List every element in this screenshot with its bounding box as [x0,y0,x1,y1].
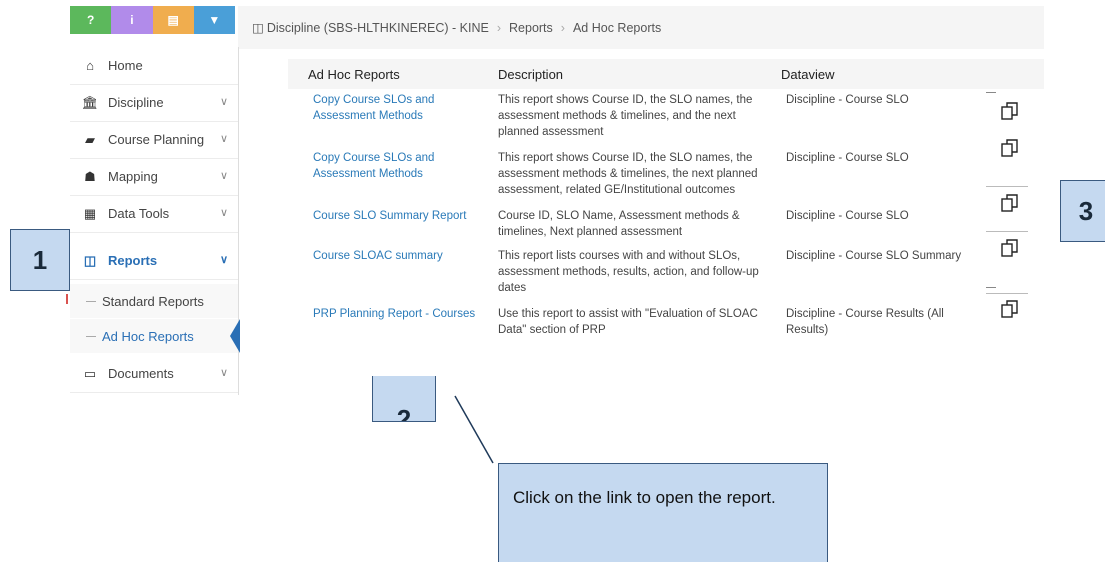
home-icon: ⌂ [86,58,94,73]
tree-dash [86,300,96,302]
report-dataview: Discipline - Course SLO Summary [786,250,962,262]
copy-icon[interactable] [1000,193,1020,213]
sidebar-item-documents[interactable]: ▭ Documents ∨ [70,355,238,393]
breadcrumb-separator: › [496,20,502,35]
info-icon: i [130,13,134,27]
sidebar-item-reports[interactable]: ◫ Reports ∨ [70,242,238,280]
divider-line [986,231,1028,232]
copy-icon[interactable] [1000,138,1020,158]
active-indicator [230,319,240,353]
sidebar-subitem-ad-hoc-reports[interactable]: Ad Hoc Reports [70,319,240,353]
callout-3: 3 [1060,180,1105,242]
report-description: This report shows Course ID, the SLO nam… [498,94,753,138]
sidebar-subitem-label: Ad Hoc Reports [102,328,194,344]
divider-line [986,293,1028,294]
sitemap-icon: ☗ [84,168,96,184]
filter-button[interactable]: ▼ [193,6,235,34]
report-icon: ◫ [83,252,97,268]
report-dataview: Discipline - Course SLO [786,210,909,222]
chevron-down-icon: ∨ [219,170,228,182]
chevron-down-icon: ∨ [219,133,228,145]
report-description: This report lists courses with and witho… [498,250,759,294]
report-description: This report shows Course ID, the SLO nam… [498,152,758,196]
callout-number: 2 [396,404,412,422]
report-dataview: Discipline - Course SLO [786,152,909,164]
report-description: Use this report to assist with "Evaluati… [498,308,758,336]
sidebar-item-course-planning[interactable]: ▰ Course Planning ∨ [70,121,238,159]
sidebar-item-label: Home [108,58,143,73]
breadcrumb: ◫ Discipline (SBS-HLTHKINEREC) - KINE › … [238,6,1044,49]
tree-dash [86,335,96,337]
breadcrumb-discipline[interactable]: Discipline (SBS-HLTHKINEREC) - KINE [267,21,489,35]
column-header-dataview: Dataview [781,67,835,82]
notes-button[interactable]: ▤ [152,6,194,34]
table-icon: ▦ [83,205,97,221]
chevron-down-icon: ∨ [219,367,228,379]
report-dataview: Discipline - Course SLO [786,94,909,106]
info-button[interactable]: i [111,6,153,34]
discipline-icon: ◫ [252,21,264,35]
copy-icon[interactable] [1000,238,1020,258]
sidebar-item-label: Course Planning [108,132,205,147]
red-marker [66,294,68,304]
report-description: Course ID, SLO Name, Assessment methods … [498,210,740,238]
breadcrumb-ad-hoc-reports: Ad Hoc Reports [572,20,662,35]
breadcrumb-separator: › [560,20,565,35]
sidebar-subitem-label: Standard Reports [102,293,204,309]
sidebar-item-data-tools[interactable]: ▦ Data Tools ∨ [70,195,238,233]
report-link[interactable]: Course SLO Summary Report [313,208,483,224]
sidebar-subitem-standard-reports[interactable]: Standard Reports [70,284,238,318]
callout-number: 1 [32,244,48,275]
sidebar-item-label: Discipline [108,95,164,110]
divider-line [986,186,1028,187]
chevron-down-icon: ∨ [219,207,228,219]
help-button[interactable]: ? [70,6,112,34]
sidebar-item-discipline[interactable]: 🏛 Discipline ∨ [70,84,238,122]
building-icon: 🏛 [81,94,99,110]
sidebar-item-label: Reports [108,253,158,268]
report-link[interactable]: Copy Course SLOs and Assessment Methods [313,150,483,182]
sidebar: ⌂ Home 🏛 Discipline ∨ ▰ Course Planning … [70,47,240,395]
callout-2: 2 [372,376,436,422]
sidebar-item-home[interactable]: ⌂ Home [70,47,238,85]
sidebar-item-label: Data Tools [108,206,170,221]
notes-icon: ▤ [167,13,179,27]
divider-line [986,287,996,288]
instruction-note: Click on the link to open the report. [498,463,828,562]
chevron-down-icon: ∨ [219,96,228,108]
folder-icon: ▭ [83,365,97,381]
copy-icon[interactable] [1000,101,1020,121]
report-link[interactable]: Copy Course SLOs and Assessment Methods [313,92,483,124]
pointer-line [454,395,494,464]
divider-line [986,92,996,93]
report-dataview: Discipline - Course Results (All Results… [786,308,944,336]
callout-1: 1 [10,229,70,291]
filter-icon: ▼ [208,13,221,27]
copy-icon[interactable] [1000,299,1020,319]
report-link[interactable]: Course SLOAC summary [313,248,483,264]
chevron-down-icon: ∨ [219,254,228,266]
table-header: Ad Hoc Reports Description Dataview [288,59,1044,89]
help-icon: ? [86,13,95,27]
column-header-description: Description [498,67,564,82]
breadcrumb-reports[interactable]: Reports [509,21,553,35]
top-toolbar: ? i ▤ ▼ [70,6,235,34]
sidebar-item-mapping[interactable]: ☗ Mapping ∨ [70,158,238,196]
sidebar-item-label: Documents [108,366,174,381]
callout-number: 3 [1078,195,1094,226]
book-icon: ▰ [85,131,95,147]
sidebar-item-label: Mapping [108,169,158,184]
column-header-ad-hoc-reports: Ad Hoc Reports [308,67,400,82]
report-link[interactable]: PRP Planning Report - Courses [313,306,483,322]
